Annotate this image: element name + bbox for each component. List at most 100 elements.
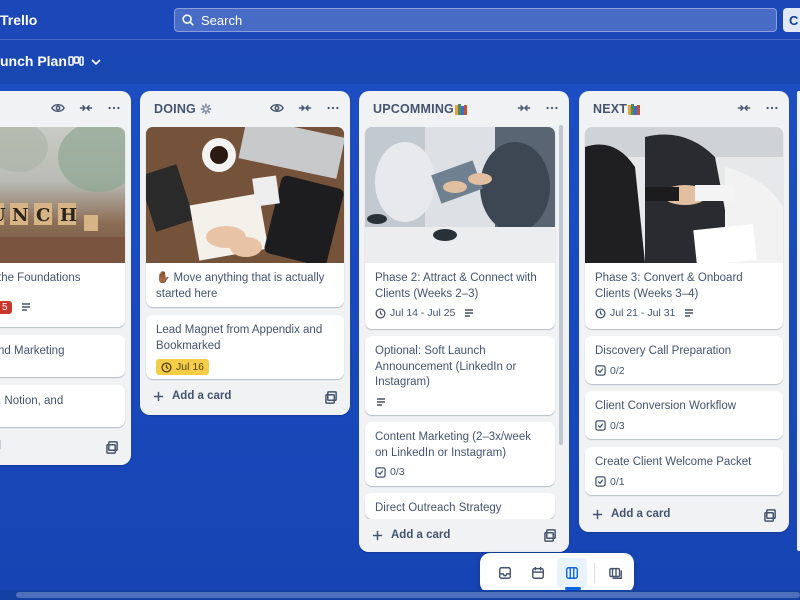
svg-text:N: N [12, 205, 28, 226]
card[interactable]: Optional: Soft Launch Announcement (Link… [365, 336, 555, 415]
add-card-button[interactable]: Add a card [592, 508, 670, 520]
board-header: unch Plan [0, 40, 800, 84]
switch-boards-button[interactable] [601, 558, 631, 588]
horizontal-scrollbar[interactable] [16, 592, 800, 598]
board-button[interactable] [556, 558, 587, 590]
card[interactable]: U N C H the Foundations 5 [0, 127, 125, 327]
collapse-icon[interactable] [298, 101, 312, 115]
svg-text:U: U [0, 205, 6, 226]
card[interactable]: Lead Magnet from Appendix and Bookmarked… [146, 315, 344, 379]
search-input[interactable]: Search [174, 8, 777, 32]
list-title[interactable]: DOING [154, 102, 196, 116]
collapse-icon[interactable] [79, 101, 93, 115]
description-icon [685, 309, 694, 317]
card-title: Create Client Welcome Packet [595, 456, 752, 468]
planner-button[interactable] [523, 558, 553, 588]
due-date-text: Jul 21 - Jul 31 [610, 307, 676, 319]
more-icon[interactable] [326, 101, 340, 115]
list-title[interactable]: UPCOMMING [373, 102, 454, 116]
calendar-icon [532, 566, 545, 579]
checklist-icon [375, 466, 386, 478]
plus-icon [592, 509, 603, 519]
add-card-button[interactable]: Add a card [372, 529, 450, 541]
add-card-label: Add a card [391, 529, 451, 541]
inbox-icon [499, 567, 512, 579]
checklist-badge: 0/3 [375, 466, 405, 478]
app-logo[interactable]: Trello [0, 12, 37, 28]
card-title: Content Marketing (2–3x/week on LinkedIn… [375, 431, 531, 459]
card-cover-image [365, 127, 555, 263]
card[interactable]: Content Marketing (2–3x/week on LinkedIn… [365, 422, 555, 486]
switch-boards-icon [609, 567, 622, 579]
checklist-count: 0/2 [610, 364, 625, 377]
card-template-icon[interactable] [764, 509, 777, 522]
search-icon [182, 14, 194, 26]
create-button[interactable]: C [783, 8, 800, 32]
more-icon[interactable] [545, 101, 559, 115]
clock-icon [375, 307, 386, 319]
add-card-label: d [0, 440, 1, 452]
list-title[interactable]: NEXT [593, 102, 627, 116]
card[interactable]: ✋🏾 Move anything that is actually starte… [146, 127, 344, 307]
collapse-icon[interactable] [737, 101, 751, 115]
add-card-label: Add a card [611, 508, 671, 520]
card[interactable]: Direct Outreach Strategy [365, 493, 555, 519]
card-template-icon[interactable] [325, 391, 338, 404]
books-emoji-icon [628, 104, 641, 115]
list-doing: DOING ✋🏾 Move anything that is actually … [140, 91, 350, 415]
card[interactable]: Create Client Welcome Packet 0/1 [585, 447, 783, 495]
eye-icon[interactable] [270, 101, 284, 115]
more-icon[interactable] [765, 101, 779, 115]
card-cover-image [146, 127, 344, 263]
card[interactable]: Phase 2: Attract & Connect with Clients … [365, 127, 555, 329]
due-date-badge[interactable]: Jul 16 [156, 359, 210, 375]
checklist-count: 0/1 [610, 475, 625, 488]
card-template-icon[interactable] [106, 441, 119, 454]
card-title: Lead Magnet from Appendix and Bookmarked [156, 324, 323, 352]
clock-icon [595, 307, 606, 319]
checklist-icon [595, 476, 606, 487]
card-template-icon[interactable] [544, 529, 557, 542]
card-title: Direct Outreach Strategy [375, 502, 502, 514]
description-icon [377, 397, 385, 406]
card[interactable]: nd Marketing [0, 335, 125, 377]
card[interactable]: , Notion, and [0, 385, 125, 427]
card-cover-image [585, 127, 783, 263]
svg-text:C: C [36, 205, 50, 226]
list-upcomming: UPCOMMING Phase 2: Attract & Connect wit… [359, 91, 569, 552]
more-icon[interactable] [107, 101, 121, 115]
due-date-badge[interactable]: Jul 14 - Jul 25 [375, 307, 455, 319]
add-card-button[interactable]: d [0, 440, 1, 452]
card-title: Optional: Soft Launch Announcement (Link… [375, 345, 517, 388]
checklist-count: 0/3 [610, 419, 625, 432]
plus-icon [153, 391, 164, 401]
board-title[interactable]: unch Plan [0, 53, 67, 69]
card-title: ✋🏾 Move anything that is actually starte… [156, 272, 325, 300]
collapse-icon[interactable] [517, 101, 531, 115]
list-scrollbar[interactable] [559, 125, 563, 445]
checklist-badge: 0/2 [595, 365, 625, 377]
launch-tiles-image: U N C H [0, 127, 125, 263]
checklist-icon [595, 365, 606, 376]
description-icon [21, 303, 30, 311]
card-title: , Notion, and [0, 395, 64, 407]
card[interactable]: Client Conversion Workflow 0/3 [585, 391, 783, 439]
search-placeholder: Search [201, 12, 243, 28]
due-badge: 5 [0, 300, 12, 314]
due-date-text: Jul 16 [176, 361, 205, 373]
view-switcher [480, 553, 634, 593]
inbox-button[interactable] [490, 558, 520, 588]
eye-icon[interactable] [51, 101, 65, 115]
card[interactable]: Phase 3: Convert & Onboard Clients (Week… [585, 127, 783, 329]
due-date-badge[interactable]: Jul 21 - Jul 31 [595, 307, 675, 319]
card[interactable]: Discovery Call Preparation 0/2 [585, 336, 783, 384]
checklist-count: 0/3 [390, 466, 405, 478]
handshake-image [585, 127, 783, 263]
clock-icon [161, 361, 172, 373]
add-card-button[interactable]: Add a card [153, 390, 231, 402]
board-view-icon [68, 56, 84, 66]
card-title: the Foundations [0, 272, 81, 284]
gear-icon [200, 103, 212, 115]
plus-icon [372, 530, 383, 540]
board-view-switcher[interactable] [68, 52, 102, 72]
